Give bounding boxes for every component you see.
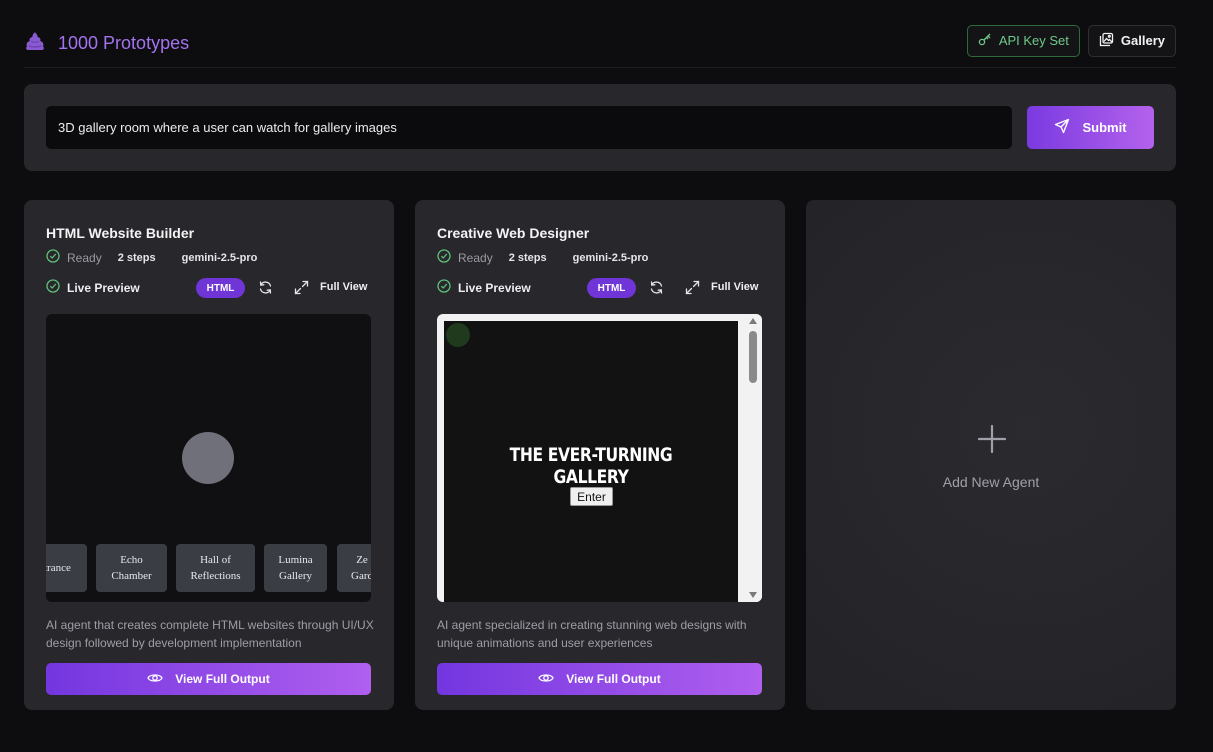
scroll-thumb[interactable] <box>749 331 757 383</box>
api-key-button[interactable]: API Key Set <box>966 24 1080 57</box>
gallery-orb <box>182 432 234 484</box>
room-tile[interactable]: trance <box>46 544 87 592</box>
preview-toolbar: Live Preview HTML Full View <box>437 277 763 299</box>
agent-status: Ready <box>458 250 493 265</box>
agent-meta: Ready 2 steps gemini-2.5-pro <box>46 249 257 266</box>
agent-steps: 2 steps <box>117 251 156 264</box>
agent-card: Creative Web Designer Ready 2 steps gemi… <box>415 200 785 710</box>
brand: 1000 Prototypes <box>24 30 189 57</box>
cursor-glow <box>446 323 470 347</box>
agent-model: gemini-2.5-pro <box>181 251 258 264</box>
full-view-button[interactable]: Full View <box>711 281 758 293</box>
agent-title: HTML Website Builder <box>46 225 195 241</box>
preview-heading: THE EVER-TURNING GALLERY <box>509 444 673 488</box>
key-icon <box>978 32 992 49</box>
submit-button[interactable]: Submit <box>1027 106 1154 149</box>
preview-toolbar: Live Preview HTML Full View <box>46 277 372 299</box>
check-circle-icon <box>46 278 60 298</box>
enter-button[interactable]: Enter <box>570 487 613 506</box>
gallery-icon <box>1099 32 1114 50</box>
full-view-button[interactable]: Full View <box>320 281 367 293</box>
top-bar: 1000 Prototypes API Key Set Gallery <box>24 20 1176 68</box>
agent-title: Creative Web Designer <box>437 225 590 241</box>
live-preview-label: Live Preview <box>67 281 140 295</box>
live-preview-label: Live Preview <box>458 281 531 295</box>
api-key-label: API Key Set <box>998 33 1069 48</box>
html-badge[interactable]: HTML <box>587 278 636 298</box>
preview-scrollbar[interactable] <box>744 314 762 602</box>
add-agent-label: Add New Agent <box>942 474 1040 490</box>
html-badge[interactable]: HTML <box>196 278 245 298</box>
preview-screen: THE EVER-TURNING GALLERY Enter <box>444 321 738 602</box>
app-title: 1000 Prototypes <box>58 33 190 53</box>
add-agent-card[interactable]: Add New Agent <box>806 200 1176 710</box>
room-tile[interactable]: Echo Chamber <box>96 544 167 592</box>
refresh-icon[interactable] <box>258 280 273 300</box>
eye-icon <box>538 672 554 687</box>
check-circle-icon <box>437 278 451 298</box>
plus-icon <box>977 424 1007 459</box>
room-tile[interactable]: Ze Gard <box>337 544 371 592</box>
expand-icon[interactable] <box>294 280 309 300</box>
prompt-input[interactable] <box>46 106 1012 149</box>
expand-icon[interactable] <box>685 280 700 300</box>
send-icon <box>1054 118 1070 137</box>
gallery-label: Gallery <box>1120 33 1165 48</box>
view-full-output-button[interactable]: View Full Output <box>437 663 762 695</box>
live-preview-frame[interactable]: THE EVER-TURNING GALLERY Enter <box>437 314 762 602</box>
gallery-button[interactable]: Gallery <box>1087 24 1176 57</box>
agent-status: Ready <box>67 250 102 265</box>
check-circle-icon <box>437 249 451 266</box>
room-tile[interactable]: Lumina Gallery <box>264 544 327 592</box>
agent-description: AI agent specialized in creating stunnin… <box>437 618 747 650</box>
agent-description: AI agent that creates complete HTML webs… <box>46 618 374 650</box>
submit-label: Submit <box>1082 120 1127 135</box>
scroll-up-arrow-icon[interactable] <box>749 318 757 324</box>
agent-steps: 2 steps <box>508 251 547 264</box>
check-circle-icon <box>46 249 60 266</box>
live-preview-frame[interactable]: trance Echo Chamber Hall of Reflections Lu… <box>46 314 371 602</box>
agent-card: HTML Website Builder Ready 2 steps gemin… <box>24 200 394 710</box>
room-tile[interactable]: Hall of Reflections <box>176 544 255 592</box>
view-full-output-button[interactable]: View Full Output <box>46 663 371 695</box>
agent-meta: Ready 2 steps gemini-2.5-pro <box>437 249 648 266</box>
eye-icon <box>147 672 163 687</box>
scroll-down-arrow-icon[interactable] <box>749 592 757 598</box>
agent-model: gemini-2.5-pro <box>572 251 649 264</box>
refresh-icon[interactable] <box>649 280 664 300</box>
top-actions: API Key Set Gallery <box>966 24 1176 57</box>
view-full-output-label: View Full Output <box>566 672 661 686</box>
poop-icon <box>24 30 46 57</box>
view-full-output-label: View Full Output <box>175 672 270 686</box>
prompt-panel: Submit <box>24 84 1176 171</box>
